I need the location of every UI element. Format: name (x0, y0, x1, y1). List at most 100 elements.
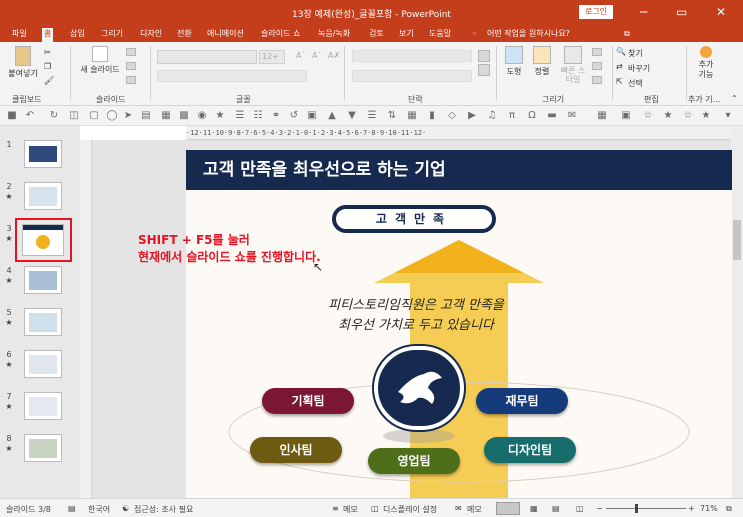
normal-view-button[interactable] (496, 502, 520, 515)
chart-icon[interactable]: ▮ (426, 110, 438, 122)
send-backward-icon[interactable]: ▼ (346, 110, 358, 122)
minimize-button[interactable]: ─ (640, 5, 647, 19)
slide-thumbnail-6[interactable] (24, 350, 62, 378)
tab-review[interactable]: 검토 (367, 28, 386, 42)
link-icon[interactable]: ⚭ (270, 110, 282, 122)
company-emblem[interactable] (374, 346, 464, 430)
zoom-out-button[interactable]: − (596, 504, 603, 513)
font-size-box[interactable]: 12+ (259, 50, 285, 64)
undo-icon[interactable]: ↶ (24, 110, 36, 122)
flip-icon[interactable]: ⇅ (386, 110, 398, 122)
zoom-slider[interactable] (606, 508, 686, 509)
slide-thumbnail-4[interactable] (24, 266, 62, 294)
display-icon[interactable]: ◫ (371, 504, 379, 513)
tab-record[interactable]: 녹음/녹화 (316, 28, 352, 42)
font-name-box[interactable] (157, 50, 257, 64)
body-text-line-1[interactable]: 피티스토리임직원은 고객 만족을 (286, 294, 546, 313)
shape-icon[interactable]: ◯ (106, 110, 118, 122)
comment-icon[interactable]: ✉ (566, 110, 578, 122)
collapse-ribbon-icon[interactable]: ⌃ (731, 94, 738, 103)
arrange-icon[interactable]: ▦ (596, 110, 608, 122)
zoom-slider-thumb[interactable] (635, 504, 638, 513)
quick-styles-button[interactable]: 빠른 스타일 (558, 46, 588, 84)
tab-view[interactable]: 보기 (397, 28, 416, 42)
reading-view-icon[interactable]: ▤ (552, 504, 560, 513)
paste-button[interactable]: 붙여넣기 (8, 46, 38, 79)
screenshot-icon[interactable]: ▢ (88, 110, 100, 122)
align-text-icon[interactable] (478, 64, 490, 76)
slide-thumbnail-2[interactable] (24, 182, 62, 210)
shape-outline-icon[interactable] (592, 62, 602, 70)
table-icon[interactable]: ▦ (406, 110, 418, 122)
accessibility-icon[interactable]: ☯ (122, 504, 129, 513)
group-icon[interactable]: ▣ (306, 110, 318, 122)
align-left-icon[interactable]: ☰ (234, 110, 246, 122)
slide-title[interactable]: 고객 만족을 최우선으로 하는 기업 (186, 150, 732, 190)
redo-icon[interactable]: ↻ (48, 110, 60, 122)
scrollbar-thumb[interactable] (733, 220, 741, 260)
find-button[interactable]: 찾기 (628, 48, 643, 59)
restore-button[interactable]: ▭ (676, 5, 687, 19)
star-icon[interactable]: ☆ (642, 110, 654, 122)
layout-icon[interactable] (126, 48, 136, 56)
vertical-scrollbar[interactable] (731, 126, 743, 498)
rotate-icon[interactable]: ↺ (288, 110, 300, 122)
new-slide-button[interactable]: 새 슬라이드 (78, 46, 122, 75)
team-planning[interactable]: 기획팀 (262, 388, 354, 414)
symbol-icon[interactable]: Ω (526, 110, 538, 122)
list-buttons[interactable] (352, 50, 472, 62)
audio-icon[interactable]: ♫ (486, 110, 498, 122)
start-slideshow-icon[interactable]: ◫ (68, 110, 80, 122)
slide-thumbnail-7[interactable] (24, 392, 62, 420)
star-icon[interactable]: ★ (700, 110, 712, 122)
display-settings-button[interactable]: 디스플레이 설정 (383, 504, 437, 515)
header-icon[interactable]: ▬ (546, 110, 558, 122)
language-indicator[interactable]: 한국어 (88, 504, 110, 515)
slide-sorter-icon[interactable]: ▦ (530, 504, 538, 513)
tab-slideshow[interactable]: 슬라이드 쇼 (259, 28, 302, 42)
slideshow-view-icon[interactable]: ◫ (576, 504, 584, 513)
tab-design[interactable]: 디자인 (138, 28, 164, 42)
grow-font-icon[interactable]: Aˆ (296, 51, 305, 60)
slide-thumbnail-8[interactable] (24, 434, 62, 462)
zoom-in-button[interactable]: + (688, 504, 695, 513)
slide-3[interactable]: 고객 만족을 최우선으로 하는 기업 고객만족 피티스토리임직원은 고객 만족을… (186, 150, 732, 498)
align-center-icon[interactable]: ☷ (252, 110, 264, 122)
login-button[interactable]: 로그인 (579, 5, 613, 19)
animation-icon[interactable]: ★ (214, 110, 226, 122)
clear-format-icon[interactable]: A✗ (328, 51, 340, 60)
notes-icon[interactable]: ≡ (332, 504, 339, 513)
bring-forward-icon[interactable]: ▲ (326, 110, 338, 122)
tab-transitions[interactable]: 전환 (175, 28, 194, 42)
text-direction-icon[interactable] (478, 50, 490, 62)
equation-icon[interactable]: π (506, 110, 518, 122)
replace-button[interactable]: 바꾸기 (628, 63, 650, 74)
zoom-level[interactable]: 71% (700, 504, 718, 513)
customer-satisfaction-pill[interactable]: 고객만족 (332, 205, 496, 233)
fit-slide-icon[interactable]: ⧉ (726, 504, 732, 514)
find-icon[interactable]: 🔍 (616, 47, 626, 56)
text-box-icon[interactable]: ▤ (140, 110, 152, 122)
team-hr[interactable]: 인사팀 (250, 437, 342, 463)
font-format-buttons[interactable] (157, 70, 307, 82)
comments-button[interactable]: 메모 (467, 504, 482, 515)
replace-icon[interactable]: ⇄ (616, 62, 623, 71)
select-button[interactable]: 선택 (628, 78, 643, 89)
reset-icon[interactable] (126, 62, 136, 70)
select-icon[interactable]: ⇱ (616, 77, 623, 86)
smartart-icon[interactable]: ◇ (446, 110, 458, 122)
team-design[interactable]: 디자인팀 (484, 437, 576, 463)
distribute-icon[interactable]: ☰ (366, 110, 378, 122)
picture-icon[interactable]: ▩ (178, 110, 190, 122)
cut-icon[interactable]: ✂ (44, 48, 51, 57)
body-text-line-2[interactable]: 최우선 가치로 두고 있습니다 (286, 314, 546, 333)
team-finance[interactable]: 재무팀 (476, 388, 568, 414)
tab-home[interactable]: 홈 (42, 28, 54, 42)
align-buttons[interactable] (352, 70, 472, 82)
notes-button[interactable]: 메모 (343, 504, 358, 515)
customize-toolbar-icon[interactable]: ▾ (722, 110, 734, 122)
grid-icon[interactable]: ▦ (160, 110, 172, 122)
globe-icon[interactable]: ◉ (196, 110, 208, 122)
shape-fill-icon[interactable] (592, 48, 602, 56)
tab-file[interactable]: 파일 (10, 28, 29, 42)
